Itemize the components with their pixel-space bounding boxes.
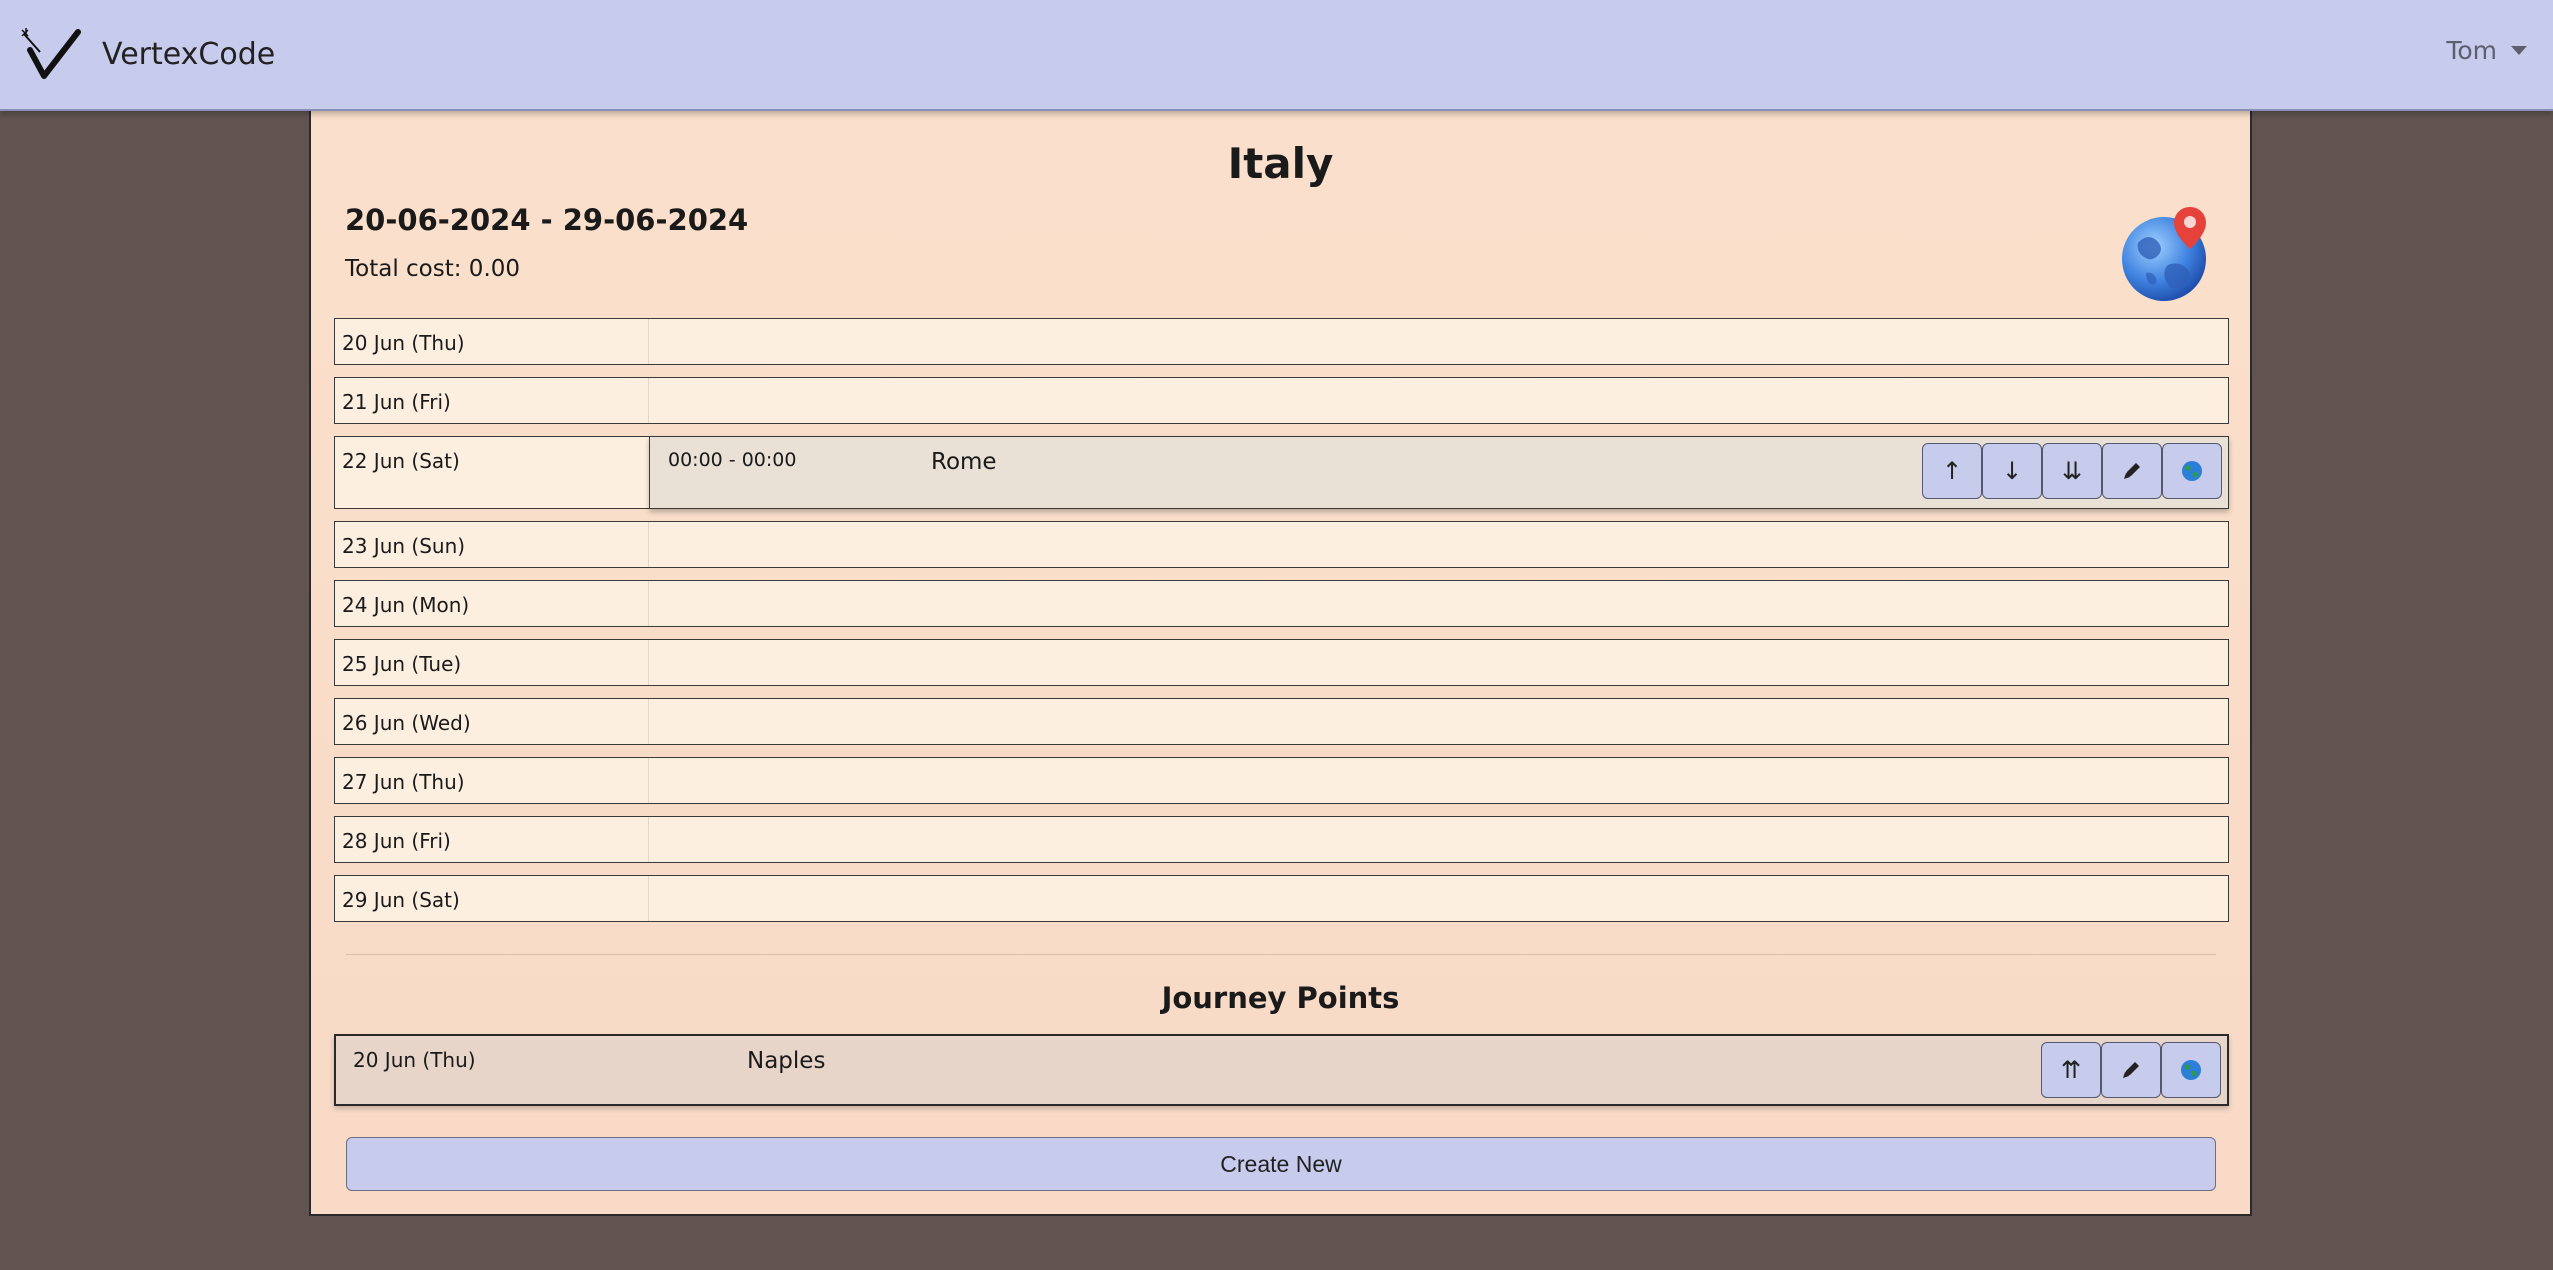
- globe-icon: [2181, 1060, 2201, 1080]
- day-divider: [648, 876, 649, 921]
- day-divider: [648, 699, 649, 744]
- map-button[interactable]: [2162, 443, 2222, 499]
- move-top-button[interactable]: ⇈: [2041, 1042, 2101, 1098]
- day-divider: [648, 640, 649, 685]
- day-row: 29 Jun (Sat): [334, 875, 2229, 922]
- map-button[interactable]: [2161, 1042, 2221, 1098]
- edit-button[interactable]: [2102, 443, 2162, 499]
- journey-point-naples[interactable]: 20 Jun (Thu) Naples ⇈: [334, 1034, 2229, 1106]
- day-divider: [648, 319, 649, 364]
- move-bottom-button[interactable]: ⇊: [2042, 443, 2102, 499]
- move-up-button[interactable]: ↑: [1922, 443, 1982, 499]
- move-down-button[interactable]: ↓: [1982, 443, 2042, 499]
- globe-icon: [2182, 461, 2202, 481]
- day-row: 23 Jun (Sun): [334, 521, 2229, 568]
- caret-down-icon: [2511, 46, 2527, 55]
- trip-total-cost: Total cost: 0.00: [345, 256, 521, 282]
- brand-name: VertexCode: [102, 36, 276, 72]
- journey-point-place: Naples: [747, 1048, 826, 1074]
- edit-button[interactable]: [2101, 1042, 2161, 1098]
- day-label: 23 Jun (Sun): [342, 534, 466, 558]
- day-row: 21 Jun (Fri): [334, 377, 2229, 424]
- section-divider: [346, 954, 2216, 955]
- day-row: 28 Jun (Fri): [334, 816, 2229, 863]
- day-label: 25 Jun (Tue): [342, 652, 462, 676]
- day-divider: [648, 817, 649, 862]
- journey-point-date: 20 Jun (Thu): [353, 1048, 476, 1072]
- create-new-button[interactable]: Create New: [346, 1137, 2216, 1191]
- journey-points-title: Journey Points: [1161, 981, 1400, 1015]
- navbar: VertexCode Tom: [0, 0, 2553, 111]
- day-label: 22 Jun (Sat): [342, 449, 460, 473]
- day-row: 20 Jun (Thu): [334, 318, 2229, 365]
- day-label: 27 Jun (Thu): [342, 770, 465, 794]
- day-divider: [648, 378, 649, 423]
- trip-card: Italy 20-06-2024 - 29-06-2024 Total cost…: [309, 111, 2252, 1216]
- day-row: 26 Jun (Wed): [334, 698, 2229, 745]
- day-divider: [648, 758, 649, 803]
- day-label: 24 Jun (Mon): [342, 593, 470, 617]
- day-label: 28 Jun (Fri): [342, 829, 451, 853]
- day-row: 24 Jun (Mon): [334, 580, 2229, 627]
- globe-pin-icon[interactable]: [2118, 203, 2218, 303]
- trip-dates: 20-06-2024 - 29-06-2024: [345, 203, 749, 237]
- day-label: 29 Jun (Sat): [342, 888, 460, 912]
- day-label: 26 Jun (Wed): [342, 711, 471, 735]
- day-row: 27 Jun (Thu): [334, 757, 2229, 804]
- journey-point-actions: ⇈: [2041, 1042, 2221, 1098]
- day-label: 21 Jun (Fri): [342, 390, 451, 414]
- event-time: 00:00 - 00:00: [668, 449, 797, 471]
- brand-logo-icon: [21, 28, 81, 79]
- user-name: Tom: [2446, 36, 2497, 65]
- event-place: Rome: [931, 449, 997, 475]
- user-menu[interactable]: Tom: [2446, 36, 2527, 65]
- pencil-icon: [2123, 1062, 2139, 1078]
- day-label: 20 Jun (Thu): [342, 331, 465, 355]
- pencil-icon: [2124, 463, 2140, 479]
- event-actions: ↑ ↓ ⇊: [1922, 443, 2222, 499]
- brand[interactable]: VertexCode: [20, 26, 275, 82]
- day-divider: [648, 522, 649, 567]
- day-divider: [648, 581, 649, 626]
- itinerary-days: 20 Jun (Thu) 21 Jun (Fri) 22 Jun (Sat) 0…: [334, 318, 2229, 934]
- event-item-rome[interactable]: 00:00 - 00:00 Rome ↑ ↓ ⇊: [649, 436, 2229, 509]
- day-row: 25 Jun (Tue): [334, 639, 2229, 686]
- trip-title: Italy: [1227, 139, 1334, 188]
- day-row: 22 Jun (Sat) 00:00 - 00:00 Rome ↑ ↓ ⇊: [334, 436, 2229, 509]
